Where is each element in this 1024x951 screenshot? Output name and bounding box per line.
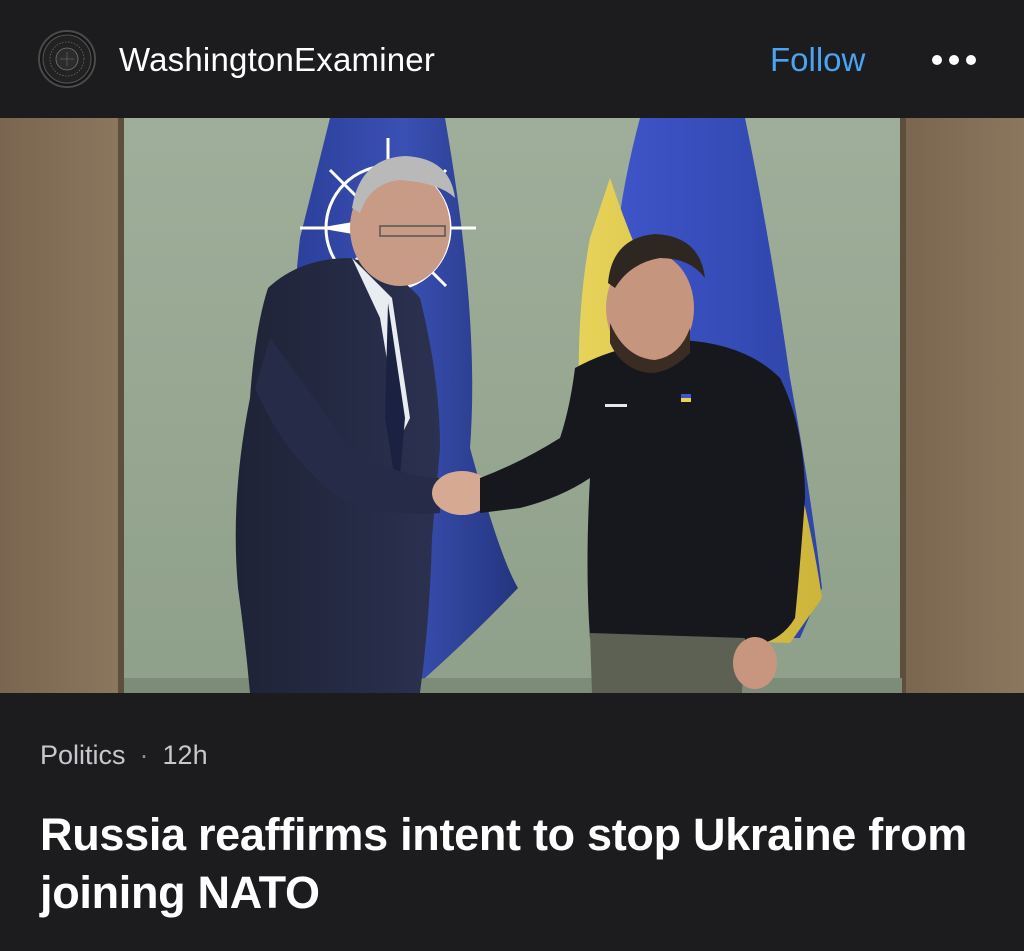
- follow-button[interactable]: Follow: [770, 40, 865, 80]
- card-header: WashingtonExaminer Follow: [0, 0, 1024, 118]
- article-photo[interactable]: [0, 118, 1024, 693]
- news-card[interactable]: WashingtonExaminer Follow Politics · 12h…: [0, 0, 1024, 951]
- meta-separator: ·: [139, 740, 149, 770]
- category-label[interactable]: Politics: [40, 740, 126, 770]
- publisher-seal-icon: [42, 34, 92, 84]
- article-headline[interactable]: Russia reaffirms intent to stop Ukraine …: [40, 806, 1000, 922]
- publisher-name[interactable]: WashingtonExaminer: [119, 40, 435, 80]
- article-meta: Politics · 12h: [40, 738, 208, 772]
- timestamp: 12h: [162, 740, 208, 770]
- publisher-avatar[interactable]: [38, 30, 96, 88]
- more-options-icon[interactable]: [928, 46, 980, 74]
